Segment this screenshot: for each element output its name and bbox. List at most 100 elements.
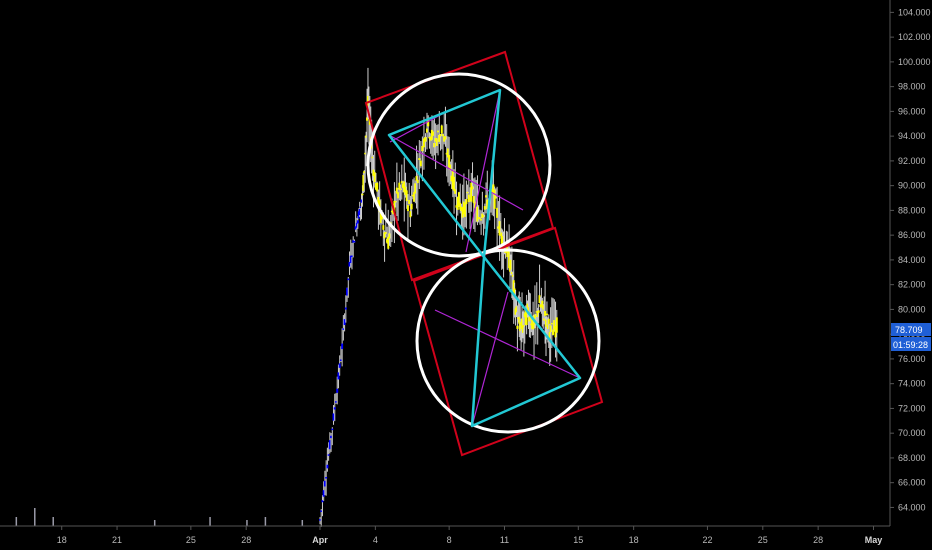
price-tick-label: 88.000 <box>898 205 926 215</box>
candle-body <box>537 310 540 313</box>
candle-body <box>330 435 333 439</box>
candle-body <box>482 215 485 217</box>
candle-body <box>550 322 553 325</box>
volume-bar <box>15 517 18 526</box>
candle-body <box>321 500 324 503</box>
candle-body <box>493 189 496 209</box>
volume-bar <box>34 508 36 526</box>
candle-body <box>387 236 390 249</box>
time-tick-label: 18 <box>57 535 67 545</box>
candle-body <box>334 401 337 403</box>
candle-body <box>339 359 342 361</box>
price-tick-label: 74.000 <box>898 379 926 389</box>
candle-body <box>344 307 347 310</box>
candle-body <box>424 137 427 142</box>
candle-body <box>440 125 443 134</box>
candle-body <box>336 388 339 393</box>
time-tick-label: 21 <box>112 535 122 545</box>
price-tick-label: 96.000 <box>898 106 926 116</box>
price-tick-label: 90.000 <box>898 181 926 191</box>
candle-body <box>397 192 400 199</box>
candle-body <box>343 319 346 326</box>
candle-body <box>350 255 353 258</box>
time-tick-label: 28 <box>241 535 251 545</box>
candle-body <box>418 158 421 161</box>
candle-body <box>444 136 447 140</box>
candle-body <box>442 134 444 137</box>
time-tick-label: 25 <box>758 535 768 545</box>
candle-body <box>433 143 436 148</box>
candle-body <box>327 454 330 456</box>
time-tick-label: 4 <box>373 535 378 545</box>
volume-bar <box>209 517 211 526</box>
price-tick-label: 80.000 <box>898 304 926 314</box>
candle-body <box>341 343 344 350</box>
price-tick-label: 84.000 <box>898 255 926 265</box>
time-tick-label: May <box>865 535 883 545</box>
price-tick-label: 66.000 <box>898 478 926 488</box>
candle-body <box>332 413 335 421</box>
volume-bar <box>301 520 304 526</box>
candle-body <box>470 182 473 202</box>
countdown-badge: 01:59:28 <box>891 337 931 351</box>
candle-body <box>496 207 499 218</box>
candle-body <box>346 287 349 296</box>
candle-body <box>342 328 345 330</box>
candle-body <box>384 232 387 234</box>
candle-body <box>555 317 558 333</box>
candle-body <box>322 490 325 497</box>
price-tick-label: 102.000 <box>898 32 931 42</box>
price-tick-label: 86.000 <box>898 230 926 240</box>
countdown-label: 01:59:28 <box>893 340 928 350</box>
price-tick-label: 98.000 <box>898 82 926 92</box>
time-tick-label: 8 <box>447 535 452 545</box>
candle-body <box>435 138 438 146</box>
candle-body <box>464 203 467 217</box>
candle-body <box>483 206 486 210</box>
volume-bar <box>246 520 248 526</box>
candle-body <box>432 131 435 136</box>
price-tick-label: 100.000 <box>898 57 931 67</box>
candle-body <box>326 464 329 469</box>
candle-body <box>408 200 411 205</box>
price-tick-label: 94.000 <box>898 131 926 141</box>
candle-body <box>399 188 402 190</box>
price-tick-label: 72.000 <box>898 403 926 413</box>
candle-body <box>337 372 340 380</box>
price-chart[interactable]: 64.000 66.000 68.000 70.000 72.000 74.000 76.0… <box>0 0 932 550</box>
candle-body <box>480 219 483 221</box>
candle-body <box>437 130 440 133</box>
volume-bar <box>52 517 54 526</box>
price-tick-label: 104.000 <box>898 7 931 17</box>
volume-bar <box>264 517 267 526</box>
candle-body <box>552 329 555 335</box>
candle-body <box>361 193 364 196</box>
candle-body <box>471 186 474 190</box>
last-price-badge: 78.709 <box>891 323 931 336</box>
price-tick-label: 82.000 <box>898 280 926 290</box>
time-tick-label: 11 <box>500 535 509 545</box>
candle-body <box>494 196 497 199</box>
candle-body <box>544 310 547 316</box>
candle-body <box>323 480 326 487</box>
time-tick-label: 25 <box>186 535 196 545</box>
candle-body <box>406 205 409 212</box>
candle-body <box>549 325 552 333</box>
price-tick-label: 92.000 <box>898 156 926 166</box>
candle-body <box>356 220 359 224</box>
candle-body <box>405 190 408 202</box>
candle-body <box>454 189 457 194</box>
candle-body <box>414 183 417 194</box>
candle-body <box>472 196 475 204</box>
candle-body <box>419 160 422 167</box>
candle-body <box>353 240 356 243</box>
candle-body <box>426 128 429 133</box>
candle-body <box>485 195 488 198</box>
candle-body <box>498 221 501 236</box>
candle-body <box>400 181 403 183</box>
candle-body <box>547 318 550 325</box>
candle-body <box>465 199 468 205</box>
candle-body <box>476 206 479 222</box>
price-tick-label: 64.000 <box>898 502 926 512</box>
candle-body <box>388 233 391 239</box>
